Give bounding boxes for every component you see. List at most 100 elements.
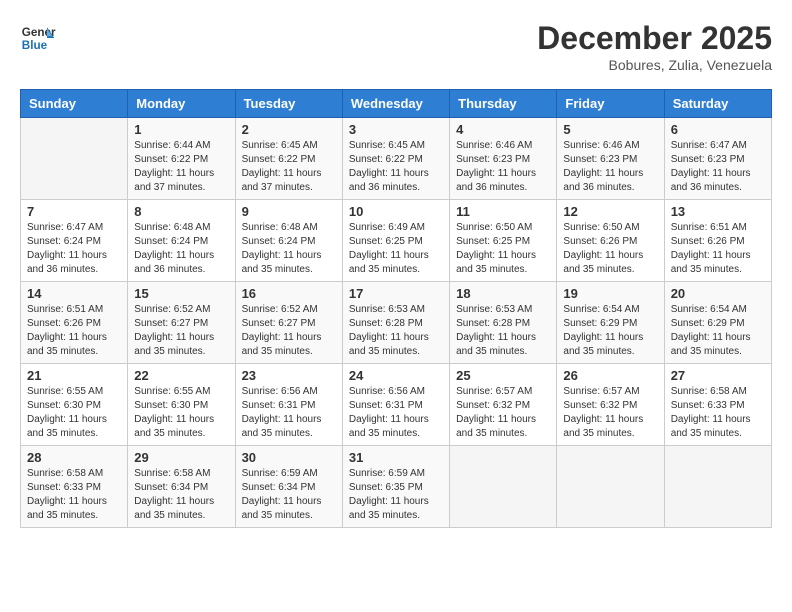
day-number: 28 — [27, 450, 121, 465]
calendar-cell: 10 Sunrise: 6:49 AMSunset: 6:25 PMDayligh… — [342, 200, 449, 282]
day-info: Sunrise: 6:51 AMSunset: 6:26 PMDaylight:… — [671, 221, 765, 277]
calendar-cell: 20 Sunrise: 6:54 AMSunset: 6:29 PMDayligh… — [664, 282, 771, 364]
day-info: Sunrise: 6:59 AMSunset: 6:35 PMDaylight:… — [349, 467, 443, 523]
calendar-table: SundayMondayTuesdayWednesdayThursdayFrid… — [20, 89, 772, 528]
day-number: 10 — [349, 204, 443, 219]
day-number: 30 — [242, 450, 336, 465]
calendar-cell — [450, 446, 557, 528]
day-info: Sunrise: 6:56 AMSunset: 6:31 PMDaylight:… — [349, 385, 443, 441]
day-info: Sunrise: 6:52 AMSunset: 6:27 PMDaylight:… — [134, 303, 228, 359]
calendar-cell: 27Sunrise: 6:58 AMSunset: 6:33 PMDayligh… — [664, 364, 771, 446]
weekday-header-friday: Friday — [557, 90, 664, 118]
calendar-cell: 31Sunrise: 6:59 AMSunset: 6:35 PMDayligh… — [342, 446, 449, 528]
day-number: 11 — [456, 204, 550, 219]
day-info: Sunrise: 6:50 AMSunset: 6:25 PMDaylight:… — [456, 221, 550, 277]
day-info: Sunrise: 6:55 AMSunset: 6:30 PMDaylight:… — [134, 385, 228, 441]
day-number: 19 — [563, 286, 657, 301]
calendar-cell: 6 Sunrise: 6:47 AMSunset: 6:23 PMDaylight… — [664, 118, 771, 200]
day-info: Sunrise: 6:44 AMSunset: 6:22 PMDaylight:… — [134, 139, 228, 195]
calendar-cell: 18Sunrise: 6:53 AMSunset: 6:28 PMDayligh… — [450, 282, 557, 364]
day-info: Sunrise: 6:55 AMSunset: 6:30 PMDaylight:… — [27, 385, 121, 441]
day-number: 6 — [671, 122, 765, 137]
day-number: 21 — [27, 368, 121, 383]
day-number: 3 — [349, 122, 443, 137]
day-number: 8 — [134, 204, 228, 219]
calendar-week-row: 28 Sunrise: 6:58 AMSunset: 6:33 PMDayligh… — [21, 446, 772, 528]
calendar-week-row: 1Sunrise: 6:44 AMSunset: 6:22 PMDaylight… — [21, 118, 772, 200]
day-info: Sunrise: 6:47 AMSunset: 6:24 PMDaylight:… — [27, 221, 121, 277]
calendar-cell — [21, 118, 128, 200]
calendar-cell: 11 Sunrise: 6:50 AMSunset: 6:25 PMDayligh… — [450, 200, 557, 282]
weekday-header-thursday: Thursday — [450, 90, 557, 118]
calendar-cell: 3 Sunrise: 6:45 AMSunset: 6:22 PMDaylight… — [342, 118, 449, 200]
logo-icon: General Blue — [20, 20, 56, 56]
weekday-header-monday: Monday — [128, 90, 235, 118]
logo: General Blue — [20, 20, 56, 56]
day-number: 4 — [456, 122, 550, 137]
weekday-header-saturday: Saturday — [664, 90, 771, 118]
title-block: December 2025 Bobures, Zulia, Venezuela — [537, 20, 772, 73]
day-info: Sunrise: 6:59 AMSunset: 6:34 PMDaylight:… — [242, 467, 336, 523]
calendar-cell — [664, 446, 771, 528]
day-info: Sunrise: 6:51 AMSunset: 6:26 PMDaylight:… — [27, 303, 121, 359]
calendar-cell: 21 Sunrise: 6:55 AMSunset: 6:30 PMDayligh… — [21, 364, 128, 446]
day-info: Sunrise: 6:54 AMSunset: 6:29 PMDaylight:… — [563, 303, 657, 359]
calendar-cell: 22Sunrise: 6:55 AMSunset: 6:30 PMDayligh… — [128, 364, 235, 446]
day-info: Sunrise: 6:54 AMSunset: 6:29 PMDaylight:… — [671, 303, 765, 359]
calendar-cell: 17 Sunrise: 6:53 AMSunset: 6:28 PMDayligh… — [342, 282, 449, 364]
day-info: Sunrise: 6:58 AMSunset: 6:33 PMDaylight:… — [27, 467, 121, 523]
calendar-cell: 23 Sunrise: 6:56 AMSunset: 6:31 PMDayligh… — [235, 364, 342, 446]
day-info: Sunrise: 6:48 AMSunset: 6:24 PMDaylight:… — [242, 221, 336, 277]
calendar-cell: 13Sunrise: 6:51 AMSunset: 6:26 PMDayligh… — [664, 200, 771, 282]
day-info: Sunrise: 6:58 AMSunset: 6:34 PMDaylight:… — [134, 467, 228, 523]
calendar-cell: 14 Sunrise: 6:51 AMSunset: 6:26 PMDayligh… — [21, 282, 128, 364]
calendar-cell: 24Sunrise: 6:56 AMSunset: 6:31 PMDayligh… — [342, 364, 449, 446]
calendar-cell: 9 Sunrise: 6:48 AMSunset: 6:24 PMDaylight… — [235, 200, 342, 282]
day-number: 9 — [242, 204, 336, 219]
calendar-cell: 28 Sunrise: 6:58 AMSunset: 6:33 PMDayligh… — [21, 446, 128, 528]
calendar-cell: 4Sunrise: 6:46 AMSunset: 6:23 PMDaylight… — [450, 118, 557, 200]
calendar-cell: 19 Sunrise: 6:54 AMSunset: 6:29 PMDayligh… — [557, 282, 664, 364]
day-number: 20 — [671, 286, 765, 301]
day-number: 15 — [134, 286, 228, 301]
day-info: Sunrise: 6:57 AMSunset: 6:32 PMDaylight:… — [563, 385, 657, 441]
calendar-cell: 16 Sunrise: 6:52 AMSunset: 6:27 PMDayligh… — [235, 282, 342, 364]
day-number: 14 — [27, 286, 121, 301]
day-info: Sunrise: 6:57 AMSunset: 6:32 PMDaylight:… — [456, 385, 550, 441]
calendar-cell — [557, 446, 664, 528]
location-subtitle: Bobures, Zulia, Venezuela — [537, 57, 772, 73]
day-info: Sunrise: 6:49 AMSunset: 6:25 PMDaylight:… — [349, 221, 443, 277]
day-number: 23 — [242, 368, 336, 383]
calendar-cell: 1Sunrise: 6:44 AMSunset: 6:22 PMDaylight… — [128, 118, 235, 200]
calendar-cell: 15 Sunrise: 6:52 AMSunset: 6:27 PMDayligh… — [128, 282, 235, 364]
calendar-cell: 26 Sunrise: 6:57 AMSunset: 6:32 PMDayligh… — [557, 364, 664, 446]
calendar-week-row: 7Sunrise: 6:47 AMSunset: 6:24 PMDaylight… — [21, 200, 772, 282]
day-number: 26 — [563, 368, 657, 383]
day-number: 17 — [349, 286, 443, 301]
calendar-week-row: 21 Sunrise: 6:55 AMSunset: 6:30 PMDayligh… — [21, 364, 772, 446]
weekday-header-wednesday: Wednesday — [342, 90, 449, 118]
day-number: 5 — [563, 122, 657, 137]
day-info: Sunrise: 6:45 AMSunset: 6:22 PMDaylight:… — [349, 139, 443, 195]
calendar-cell: 12Sunrise: 6:50 AMSunset: 6:26 PMDayligh… — [557, 200, 664, 282]
day-info: Sunrise: 6:53 AMSunset: 6:28 PMDaylight:… — [349, 303, 443, 359]
calendar-cell: 29 Sunrise: 6:58 AMSunset: 6:34 PMDayligh… — [128, 446, 235, 528]
day-info: Sunrise: 6:48 AMSunset: 6:24 PMDaylight:… — [134, 221, 228, 277]
calendar-cell: 30 Sunrise: 6:59 AMSunset: 6:34 PMDayligh… — [235, 446, 342, 528]
svg-text:Blue: Blue — [22, 39, 48, 52]
day-info: Sunrise: 6:52 AMSunset: 6:27 PMDaylight:… — [242, 303, 336, 359]
day-number: 2 — [242, 122, 336, 137]
weekday-header-sunday: Sunday — [21, 90, 128, 118]
day-info: Sunrise: 6:46 AMSunset: 6:23 PMDaylight:… — [563, 139, 657, 195]
page-header: General Blue December 2025 Bobures, Zuli… — [20, 20, 772, 73]
day-info: Sunrise: 6:47 AMSunset: 6:23 PMDaylight:… — [671, 139, 765, 195]
month-year-title: December 2025 — [537, 20, 772, 57]
weekday-header-row: SundayMondayTuesdayWednesdayThursdayFrid… — [21, 90, 772, 118]
calendar-cell: 2Sunrise: 6:45 AMSunset: 6:22 PMDaylight… — [235, 118, 342, 200]
day-number: 29 — [134, 450, 228, 465]
day-number: 25 — [456, 368, 550, 383]
calendar-body: 1Sunrise: 6:44 AMSunset: 6:22 PMDaylight… — [21, 118, 772, 528]
day-info: Sunrise: 6:56 AMSunset: 6:31 PMDaylight:… — [242, 385, 336, 441]
day-number: 16 — [242, 286, 336, 301]
calendar-cell: 25 Sunrise: 6:57 AMSunset: 6:32 PMDayligh… — [450, 364, 557, 446]
